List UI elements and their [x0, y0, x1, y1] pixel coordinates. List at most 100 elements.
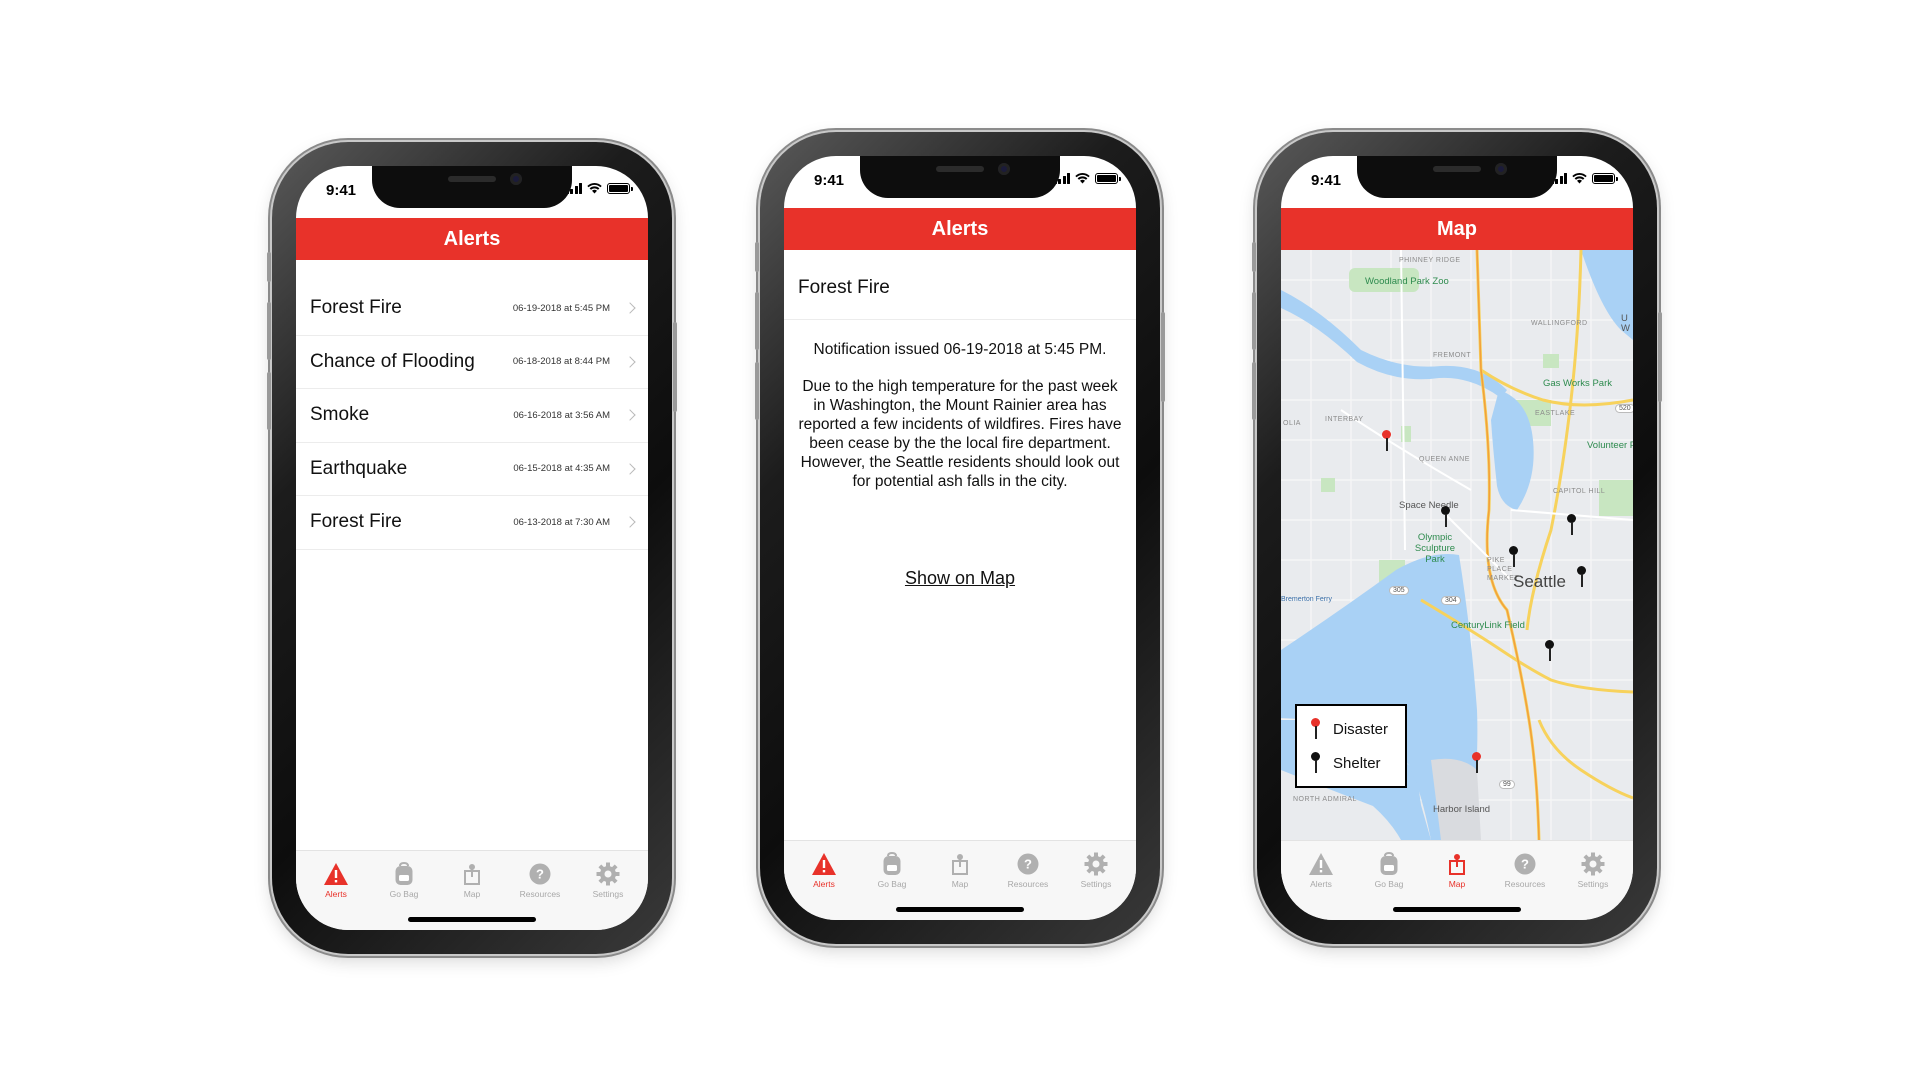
map-pin-icon — [947, 851, 973, 877]
tab-label: Resources — [1007, 879, 1049, 889]
map-label-fremont: FREMONT — [1433, 352, 1472, 359]
question-circle-icon: ? — [1015, 851, 1041, 877]
tab-map[interactable]: Map — [930, 851, 990, 889]
tab-label: Settings — [1080, 879, 1112, 889]
battery-icon — [1095, 173, 1121, 184]
svg-text:?: ? — [1024, 857, 1032, 872]
alert-row[interactable]: Chance of Flooding 06-18-2018 at 8:44 PM — [296, 336, 648, 389]
map-legend: Disaster Shelter — [1295, 704, 1407, 788]
home-indicator[interactable] — [896, 907, 1024, 912]
alert-row[interactable]: Forest Fire 06-19-2018 at 5:45 PM — [296, 282, 648, 336]
shelter-pin[interactable] — [1567, 514, 1577, 536]
tab-label: Alerts — [1310, 879, 1332, 889]
alert-title: Earthquake — [310, 457, 408, 479]
alert-row[interactable]: Earthquake 06-15-2018 at 4:35 AM — [296, 443, 648, 496]
tab-go-bag[interactable]: Go Bag — [1359, 851, 1419, 889]
map-view[interactable]: PHINNEY RIDGE Woodland Park Zoo WALLINGF… — [1281, 250, 1633, 840]
alert-row[interactable]: Smoke 06-16-2018 at 3:56 AM — [296, 389, 648, 443]
power-button — [1658, 312, 1662, 402]
alert-date: 06-19-2018 at 5:45 PM — [512, 302, 610, 314]
map-label-phinney-ridge: PHINNEY RIDGE — [1399, 257, 1461, 264]
side-button — [755, 242, 759, 272]
side-button — [1252, 242, 1256, 272]
power-button — [673, 322, 677, 412]
shelter-pin-icon — [1311, 752, 1321, 774]
shelter-pin[interactable] — [1509, 546, 1519, 568]
disaster-pin[interactable] — [1382, 430, 1392, 452]
map-label-harbor-island: Harbor Island — [1433, 804, 1491, 815]
tab-label: Resources — [1504, 879, 1546, 889]
alert-title: Chance of Flooding — [310, 350, 475, 372]
tab-label: Alerts — [325, 889, 347, 899]
power-button — [1161, 312, 1165, 402]
tab-label: Map — [1448, 879, 1466, 889]
map-label-seattle: Seattle — [1513, 572, 1566, 591]
tab-settings[interactable]: Settings — [1066, 851, 1126, 889]
alert-date: 06-13-2018 at 7:30 AM — [513, 516, 610, 528]
home-indicator[interactable] — [408, 917, 536, 922]
wifi-icon — [587, 183, 602, 194]
tab-resources[interactable]: ? Resources — [510, 861, 570, 899]
warning-triangle-icon — [1308, 851, 1334, 877]
alert-row[interactable]: Forest Fire 06-13-2018 at 7:30 AM — [296, 496, 648, 550]
map-pin-icon — [459, 861, 485, 887]
tab-label: Map — [951, 879, 969, 889]
phone-alerts-list: 9:41 Alerts Forest Fire 06-19-2018 at 5:… — [267, 142, 677, 954]
status-time: 9:41 — [1311, 172, 1342, 189]
tab-bar: Alerts Go Bag Map ? Resources Settings — [296, 850, 648, 930]
map-label-north-admiral: NORTH ADMIRAL — [1293, 796, 1357, 803]
tab-go-bag[interactable]: Go Bag — [374, 861, 434, 899]
tab-alerts[interactable]: Alerts — [794, 851, 854, 889]
notch — [1357, 156, 1557, 198]
tab-alerts[interactable]: Alerts — [1291, 851, 1351, 889]
shelter-pin[interactable] — [1545, 640, 1555, 662]
tab-label: Settings — [592, 889, 624, 899]
disaster-pin[interactable] — [1472, 752, 1482, 774]
shelter-pin[interactable] — [1441, 506, 1451, 528]
map-label-woodland-park-zoo: Woodland Park Zoo — [1365, 276, 1449, 287]
home-indicator[interactable] — [1393, 907, 1521, 912]
notch — [860, 156, 1060, 198]
map-label-capitol-hill: CAPITOL HILL — [1553, 488, 1606, 495]
tab-label: Go Bag — [389, 889, 419, 899]
question-circle-icon: ? — [527, 861, 553, 887]
volume-down-button — [267, 372, 271, 430]
battery-icon — [1592, 173, 1618, 184]
tab-map[interactable]: Map — [442, 861, 502, 899]
map-label-bremerton-ferry: Bremerton Ferry — [1281, 596, 1332, 603]
legend-shelter: Shelter — [1311, 752, 1381, 774]
show-on-map-link[interactable]: Show on Map — [784, 568, 1136, 589]
volume-up-button — [755, 292, 759, 350]
tab-settings[interactable]: Settings — [578, 861, 638, 899]
tab-go-bag[interactable]: Go Bag — [862, 851, 922, 889]
route-shield-304: 304 — [1441, 596, 1461, 605]
legend-disaster: Disaster — [1311, 718, 1388, 740]
volume-up-button — [267, 302, 271, 360]
tab-resources[interactable]: ? Resources — [1495, 851, 1555, 889]
backpack-icon — [879, 851, 905, 877]
gear-icon — [595, 861, 621, 887]
alert-title: Forest Fire — [310, 297, 402, 319]
tab-map[interactable]: Map — [1427, 851, 1487, 889]
tab-label: Alerts — [813, 879, 835, 889]
route-shield-305: 305 — [1389, 586, 1409, 595]
question-circle-icon: ? — [1512, 851, 1538, 877]
tab-alerts[interactable]: Alerts — [306, 861, 366, 899]
tab-settings[interactable]: Settings — [1563, 851, 1623, 889]
alert-date: 06-16-2018 at 3:56 AM — [513, 409, 610, 421]
map-label-interbay: INTERBAY — [1325, 416, 1364, 423]
app-header: Map — [1281, 208, 1633, 250]
shelter-pin[interactable] — [1577, 566, 1587, 588]
alert-detail-body: Notification issued 06-19-2018 at 5:45 P… — [796, 340, 1124, 509]
tab-label: Resources — [519, 889, 561, 899]
route-shield-99: 99 — [1499, 780, 1515, 789]
tab-resources[interactable]: ? Resources — [998, 851, 1058, 889]
chevron-right-icon — [624, 516, 636, 528]
backpack-icon — [1376, 851, 1402, 877]
warning-triangle-icon — [811, 851, 837, 877]
alert-title: Forest Fire — [310, 511, 402, 533]
map-label-volunteer-park: Volunteer Pa — [1587, 440, 1633, 451]
phone-alert-detail: 9:41 Alerts Forest Fire Notification iss… — [755, 132, 1165, 944]
app-header: Alerts — [784, 208, 1136, 250]
volume-down-button — [1252, 362, 1256, 420]
